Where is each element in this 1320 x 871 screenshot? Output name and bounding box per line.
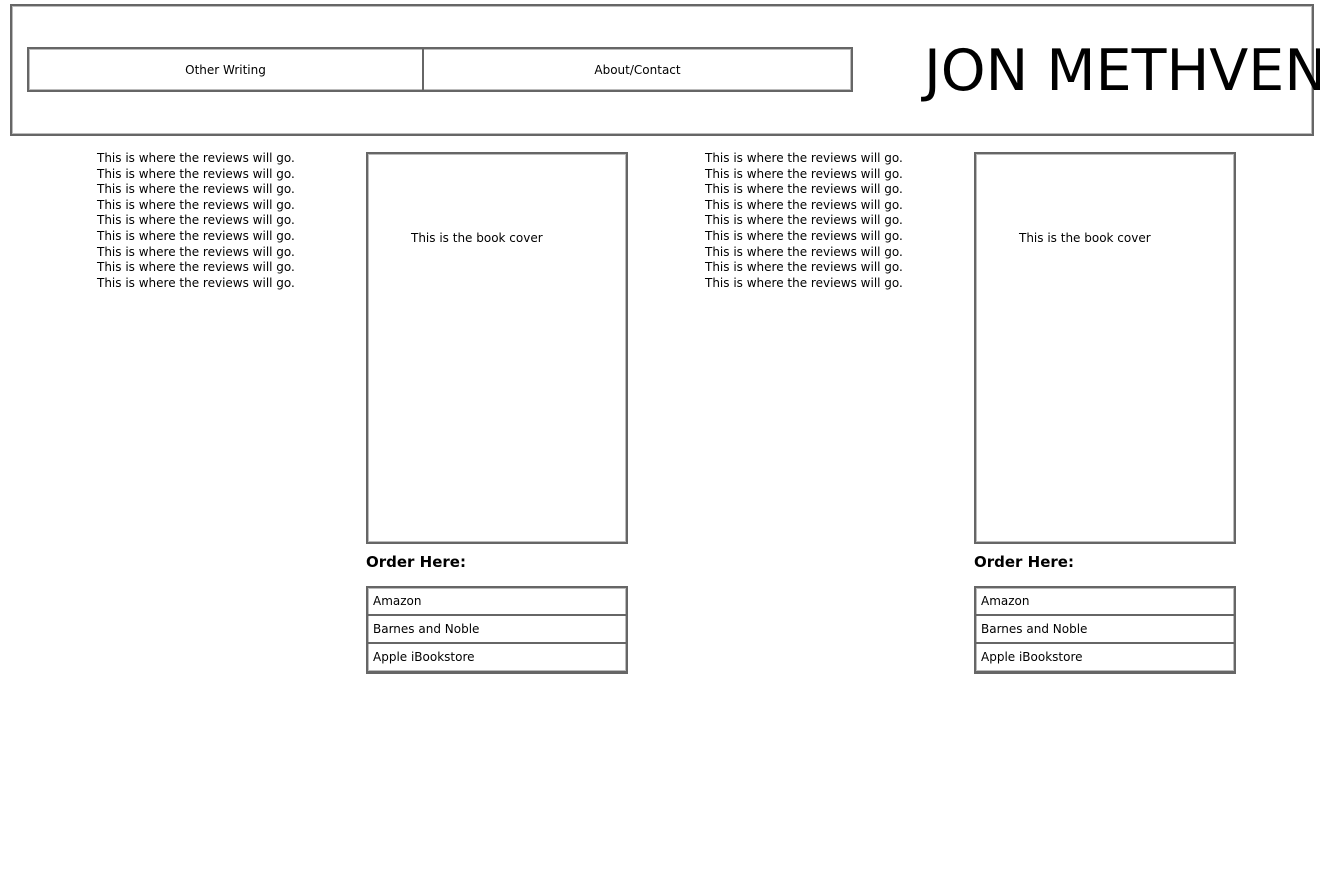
book-1-order-heading: Order Here: xyxy=(366,553,466,571)
nav-about-contact-link[interactable]: About/Contact xyxy=(424,49,851,90)
book-1-barnes-and-noble-link[interactable]: Barnes and Noble xyxy=(368,616,626,644)
book-2-barnes-and-noble-link[interactable]: Barnes and Noble xyxy=(976,616,1234,644)
book-1-cover-label: This is the book cover xyxy=(411,231,543,245)
book-1-cover: This is the book cover xyxy=(366,152,628,544)
book-1-apple-ibookstore-link[interactable]: Apple iBookstore xyxy=(368,644,626,672)
book-2-cover-label: This is the book cover xyxy=(1019,231,1151,245)
nav-other-writing-link[interactable]: Other Writing xyxy=(29,49,424,90)
book-1-store-list: Amazon Barnes and Noble Apple iBookstore xyxy=(366,586,628,674)
book-2-order-heading: Order Here: xyxy=(974,553,1074,571)
book-2-reviews: This is where the reviews will go. This … xyxy=(705,151,903,290)
book-2-amazon-link[interactable]: Amazon xyxy=(976,588,1234,616)
book-2-store-list: Amazon Barnes and Noble Apple iBookstore xyxy=(974,586,1236,674)
book-1-reviews: This is where the reviews will go. This … xyxy=(97,151,295,290)
book-2-apple-ibookstore-link[interactable]: Apple iBookstore xyxy=(976,644,1234,672)
site-title: JON METHVEN xyxy=(924,38,1320,104)
book-1-amazon-link[interactable]: Amazon xyxy=(368,588,626,616)
book-2-cover: This is the book cover xyxy=(974,152,1236,544)
main-nav: Other Writing About/Contact xyxy=(27,47,853,92)
